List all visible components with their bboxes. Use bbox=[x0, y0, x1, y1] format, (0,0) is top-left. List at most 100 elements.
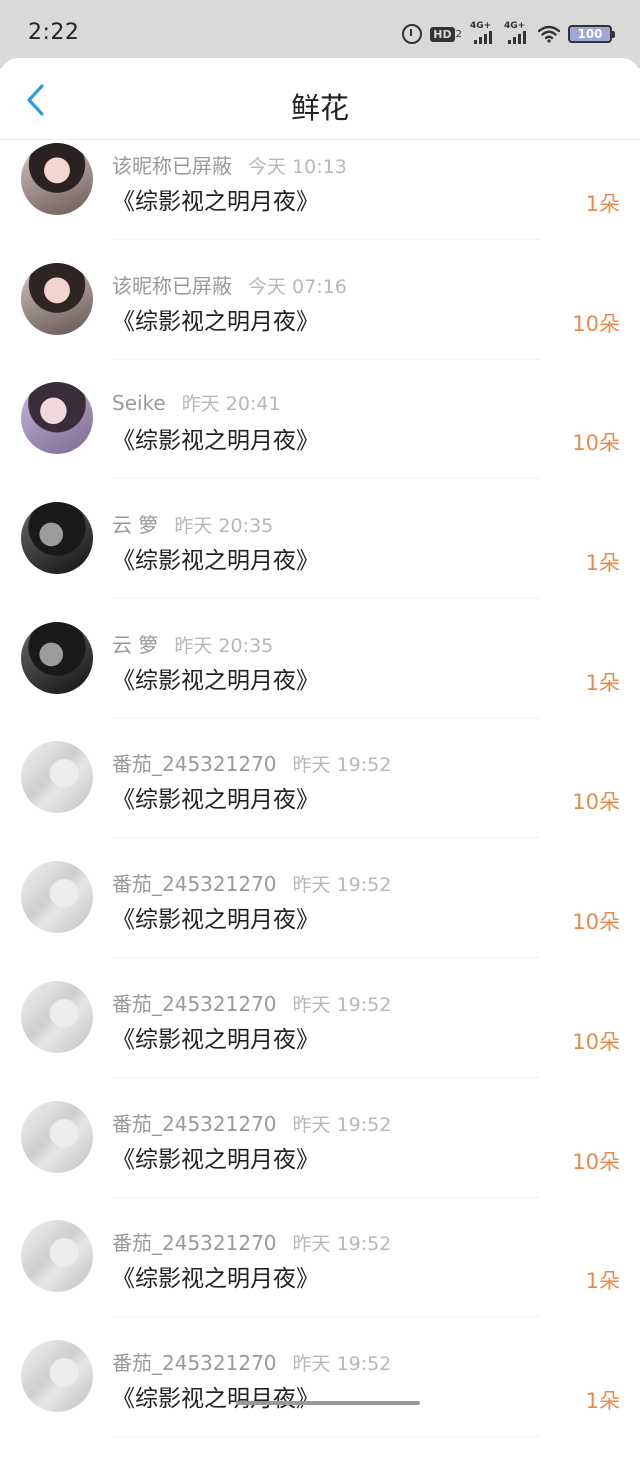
flower-count: 1朵 bbox=[586, 547, 620, 577]
sender-name[interactable]: 云 箩 bbox=[112, 513, 158, 537]
divider bbox=[112, 478, 540, 479]
divider bbox=[112, 359, 540, 360]
hd-label: HD bbox=[430, 27, 454, 42]
sender-name[interactable]: 云 箩 bbox=[112, 633, 158, 657]
timestamp: 昨天 20:35 bbox=[174, 515, 273, 537]
list-item[interactable]: 番茄_245321270 昨天 19:52 《综影视之明月夜》 10朵 bbox=[0, 978, 640, 1098]
wifi-icon bbox=[538, 25, 560, 43]
hd-sub-label: 2 bbox=[456, 29, 462, 40]
book-title[interactable]: 《综影视之明月夜》 bbox=[112, 302, 319, 336]
timestamp: 昨天 19:52 bbox=[293, 874, 392, 896]
timestamp: 昨天 19:52 bbox=[293, 994, 392, 1016]
sender-name[interactable]: 番茄_245321270 bbox=[112, 752, 277, 776]
divider bbox=[112, 1077, 540, 1078]
flower-count: 10朵 bbox=[572, 1026, 620, 1056]
list-item[interactable]: 番茄_245321270 昨天 19:52 《综影视之明月夜》 1朵 bbox=[0, 1217, 640, 1337]
avatar[interactable] bbox=[21, 861, 93, 933]
nav-bar: 鲜花 bbox=[0, 58, 640, 140]
book-title[interactable]: 《综影视之明月夜》 bbox=[112, 421, 319, 455]
gift-list: 该昵称已屏蔽今天 10:13《综影视之明月夜》1朵该昵称已屏蔽今天 07:16《… bbox=[0, 140, 640, 1457]
avatar[interactable] bbox=[21, 1220, 93, 1292]
item-meta: 番茄_245321270 昨天 19:52 bbox=[112, 1227, 391, 1256]
battery-icon: 100 bbox=[568, 25, 612, 43]
list-item[interactable]: 该昵称已屏蔽今天 10:13 《综影视之明月夜》 1朵 bbox=[0, 140, 640, 260]
avatar[interactable] bbox=[21, 382, 93, 454]
signal-icon: 4G+ bbox=[470, 24, 496, 44]
home-indicator[interactable] bbox=[236, 1401, 420, 1405]
timestamp: 今天 07:16 bbox=[248, 276, 347, 298]
list-item[interactable]: 云 箩昨天 20:35 《综影视之明月夜》 1朵 bbox=[0, 499, 640, 619]
book-title[interactable]: 《综影视之明月夜》 bbox=[112, 1259, 319, 1293]
avatar[interactable] bbox=[21, 981, 93, 1053]
avatar[interactable] bbox=[21, 1101, 93, 1173]
item-meta: 番茄_245321270 昨天 19:52 bbox=[112, 988, 391, 1017]
sender-name[interactable]: 番茄_245321270 bbox=[112, 1112, 277, 1136]
sender-name[interactable]: 番茄_245321270 bbox=[112, 1231, 277, 1255]
sender-name[interactable]: Seike bbox=[112, 391, 166, 415]
item-meta: 该昵称已屏蔽今天 10:13 bbox=[112, 150, 347, 179]
item-meta: Seike 昨天 20:41 bbox=[112, 389, 281, 416]
status-time: 2:22 bbox=[28, 20, 79, 45]
list-item[interactable]: 番茄_245321270 昨天 19:52 《综影视之明月夜》 10朵 bbox=[0, 738, 640, 858]
item-meta: 番茄_245321270 昨天 19:52 bbox=[112, 748, 391, 777]
divider bbox=[112, 239, 540, 240]
list-item[interactable]: 番茄_245321270 昨天 19:52 《综影视之明月夜》 10朵 bbox=[0, 858, 640, 978]
alarm-icon bbox=[402, 24, 422, 44]
divider bbox=[112, 957, 540, 958]
flower-count: 1朵 bbox=[586, 1385, 620, 1415]
divider bbox=[112, 1316, 540, 1317]
item-meta: 番茄_245321270 昨天 19:52 bbox=[112, 1347, 391, 1376]
avatar[interactable] bbox=[21, 741, 93, 813]
book-title[interactable]: 《综影视之明月夜》 bbox=[112, 1020, 319, 1054]
sender-name[interactable]: 番茄_245321270 bbox=[112, 1351, 277, 1375]
flower-count: 1朵 bbox=[586, 1265, 620, 1295]
timestamp: 昨天 20:35 bbox=[174, 635, 273, 657]
flower-count: 10朵 bbox=[572, 906, 620, 936]
divider bbox=[112, 1197, 540, 1198]
avatar[interactable] bbox=[21, 1340, 93, 1412]
sender-name[interactable]: 该昵称已屏蔽 bbox=[112, 274, 232, 298]
signal-label-2: 4G+ bbox=[504, 21, 525, 31]
divider bbox=[112, 598, 540, 599]
item-meta: 番茄_245321270 昨天 19:52 bbox=[112, 1108, 391, 1137]
timestamp: 昨天 20:41 bbox=[182, 393, 281, 415]
book-title[interactable]: 《综影视之明月夜》 bbox=[112, 182, 319, 216]
flower-count: 10朵 bbox=[572, 308, 620, 338]
timestamp: 昨天 19:52 bbox=[293, 1353, 392, 1375]
avatar[interactable] bbox=[21, 263, 93, 335]
flower-count: 1朵 bbox=[586, 188, 620, 218]
page-title: 鲜花 bbox=[0, 85, 640, 127]
book-title[interactable]: 《综影视之明月夜》 bbox=[112, 661, 319, 695]
avatar[interactable] bbox=[21, 502, 93, 574]
item-meta: 云 箩昨天 20:35 bbox=[112, 509, 273, 538]
flower-count: 10朵 bbox=[572, 427, 620, 457]
avatar[interactable] bbox=[21, 143, 93, 215]
sender-name[interactable]: 番茄_245321270 bbox=[112, 872, 277, 896]
flower-count: 10朵 bbox=[572, 1146, 620, 1176]
sender-name[interactable]: 该昵称已屏蔽 bbox=[112, 154, 232, 178]
book-title[interactable]: 《综影视之明月夜》 bbox=[112, 541, 319, 575]
book-title[interactable]: 《综影视之明月夜》 bbox=[112, 1140, 319, 1174]
divider bbox=[112, 1436, 540, 1437]
divider bbox=[112, 718, 540, 719]
timestamp: 昨天 19:52 bbox=[293, 1114, 392, 1136]
list-item[interactable]: 番茄_245321270 昨天 19:52 《综影视之明月夜》 10朵 bbox=[0, 1098, 640, 1218]
item-meta: 该昵称已屏蔽今天 07:16 bbox=[112, 270, 347, 299]
flower-count: 10朵 bbox=[572, 786, 620, 816]
book-title[interactable]: 《综影视之明月夜》 bbox=[112, 780, 319, 814]
signal-label: 4G+ bbox=[470, 21, 491, 31]
timestamp: 昨天 19:52 bbox=[293, 1233, 392, 1255]
book-title[interactable]: 《综影视之明月夜》 bbox=[112, 900, 319, 934]
hd-icon: HD 2 bbox=[430, 27, 462, 42]
list-item[interactable]: Seike 昨天 20:41 《综影视之明月夜》 10朵 bbox=[0, 379, 640, 499]
signal-icon-2: 4G+ bbox=[504, 24, 530, 44]
timestamp: 昨天 19:52 bbox=[293, 754, 392, 776]
list-item[interactable]: 云 箩昨天 20:35 《综影视之明月夜》 1朵 bbox=[0, 619, 640, 739]
list-item[interactable]: 该昵称已屏蔽今天 07:16 《综影视之明月夜》 10朵 bbox=[0, 260, 640, 380]
flower-count: 1朵 bbox=[586, 667, 620, 697]
item-meta: 云 箩昨天 20:35 bbox=[112, 629, 273, 658]
avatar[interactable] bbox=[21, 622, 93, 694]
item-meta: 番茄_245321270 昨天 19:52 bbox=[112, 868, 391, 897]
list-item[interactable]: 番茄_245321270昨天 19:52《综影视之明月夜》1朵 bbox=[0, 1337, 640, 1457]
sender-name[interactable]: 番茄_245321270 bbox=[112, 992, 277, 1016]
